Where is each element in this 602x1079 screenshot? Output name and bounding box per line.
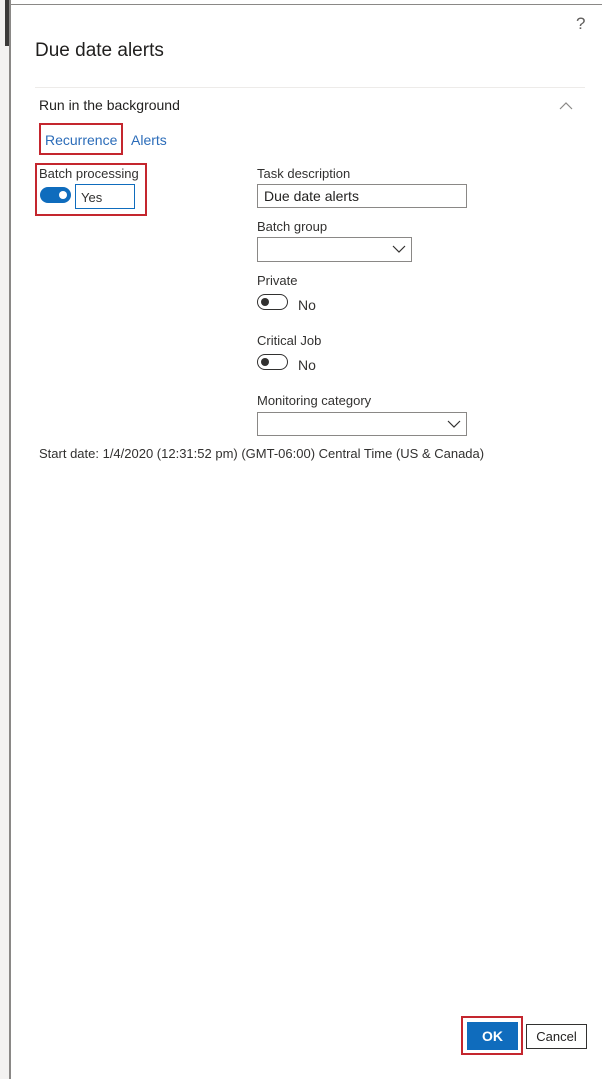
batch-group-label: Batch group (257, 219, 328, 234)
chevron-down-icon (447, 420, 461, 428)
toggle-knob (261, 358, 269, 366)
monitoring-category-dropdown[interactable] (257, 412, 467, 436)
toggle-knob (59, 191, 67, 199)
critical-job-label: Critical Job (257, 333, 322, 348)
batch-processing-toggle[interactable] (40, 187, 71, 203)
chevron-up-icon[interactable] (556, 97, 576, 115)
help-icon[interactable]: ? (576, 14, 585, 34)
chevron-down-icon (392, 245, 406, 253)
ok-button[interactable]: OK (467, 1022, 518, 1050)
top-border (10, 4, 602, 5)
cancel-button[interactable]: Cancel (526, 1024, 587, 1049)
batch-processing-value[interactable]: Yes (75, 184, 135, 209)
critical-job-value: No (298, 357, 316, 373)
task-description-label: Task description (257, 166, 351, 181)
monitoring-category-label: Monitoring category (257, 393, 372, 408)
tab-alerts[interactable]: Alerts (131, 132, 167, 148)
tab-recurrence[interactable]: Recurrence (45, 132, 117, 148)
critical-job-toggle[interactable] (257, 354, 288, 370)
section-title[interactable]: Run in the background (39, 97, 180, 113)
private-value: No (298, 297, 316, 313)
private-toggle[interactable] (257, 294, 288, 310)
title-divider (35, 87, 585, 88)
batch-group-dropdown[interactable] (257, 237, 412, 262)
start-date-text: Start date: 1/4/2020 (12:31:52 pm) (GMT-… (39, 446, 485, 461)
task-description-input[interactable]: Due date alerts (257, 184, 467, 208)
private-label: Private (257, 273, 298, 288)
toggle-knob (261, 298, 269, 306)
left-edge-line (9, 0, 11, 1079)
dialog-title: Due date alerts (35, 40, 164, 61)
batch-processing-label: Batch processing (39, 166, 139, 181)
